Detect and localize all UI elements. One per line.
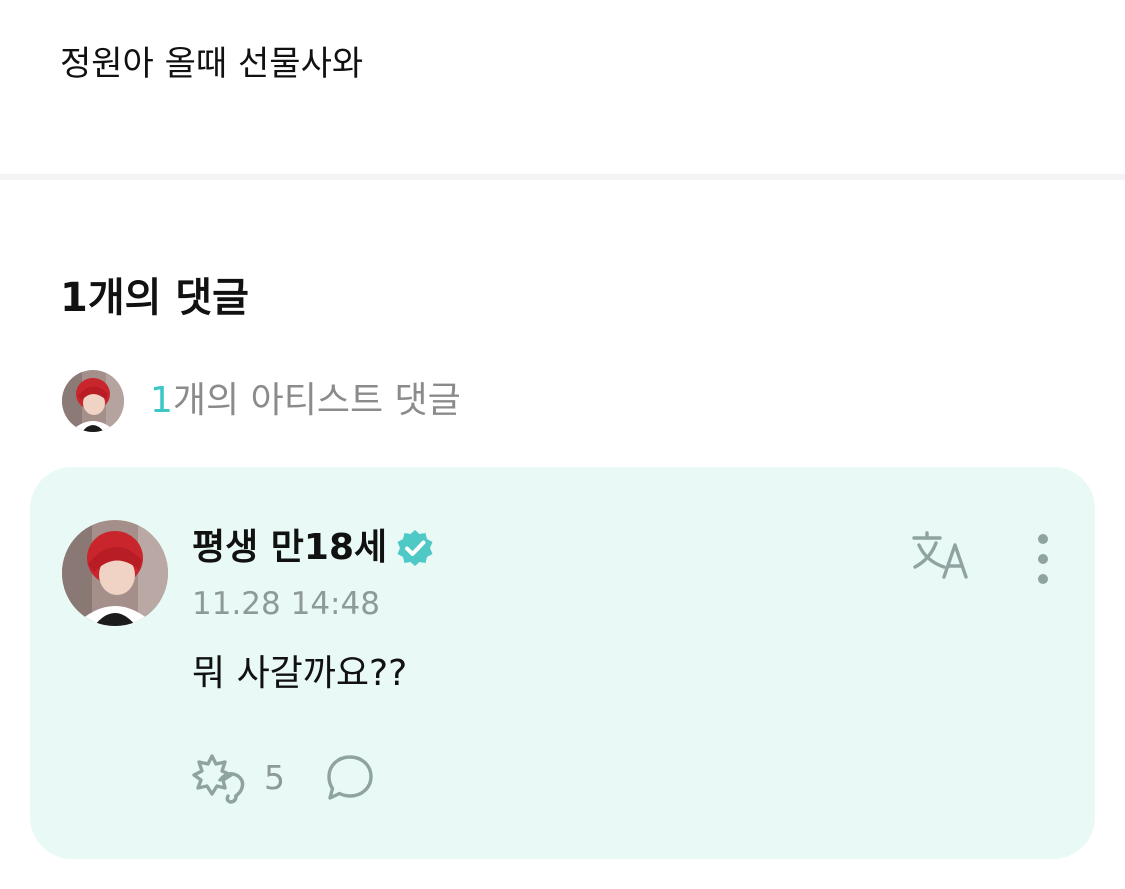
- comment-author-avatar[interactable]: [62, 520, 168, 626]
- comment-text: 뭐 사갈까요??: [192, 653, 408, 694]
- artist-comments-filter[interactable]: 1개의 아티스트 댓글: [62, 370, 461, 432]
- section-divider: [0, 174, 1125, 180]
- more-vertical-icon[interactable]: [1026, 531, 1060, 587]
- artist-avatar: [62, 370, 124, 432]
- comment-author[interactable]: 평생 만18세: [192, 523, 435, 573]
- reply-bubble-icon[interactable]: [325, 753, 375, 803]
- translate-icon[interactable]: [910, 529, 974, 581]
- artist-comment-count: 1: [150, 380, 173, 421]
- like-count: 5: [264, 758, 285, 797]
- comment-count-heading: 1개의 댓글: [60, 275, 249, 321]
- comment-author-name: 평생 만18세: [192, 527, 388, 568]
- comment-actions: 5: [192, 750, 375, 806]
- artist-comments-label: 1개의 아티스트 댓글: [150, 377, 461, 425]
- comment-timestamp: 11.28 14:48: [192, 586, 380, 622]
- post-body-text: 정원아 올때 선물사와: [60, 44, 364, 84]
- comment-card: 평생 만18세 11.28 14:48 뭐 사갈까요?? 5: [30, 467, 1095, 859]
- artist-comment-label-text: 개의 아티스트 댓글: [172, 380, 461, 421]
- like-icon[interactable]: [192, 750, 248, 806]
- verified-badge-icon: [397, 530, 433, 566]
